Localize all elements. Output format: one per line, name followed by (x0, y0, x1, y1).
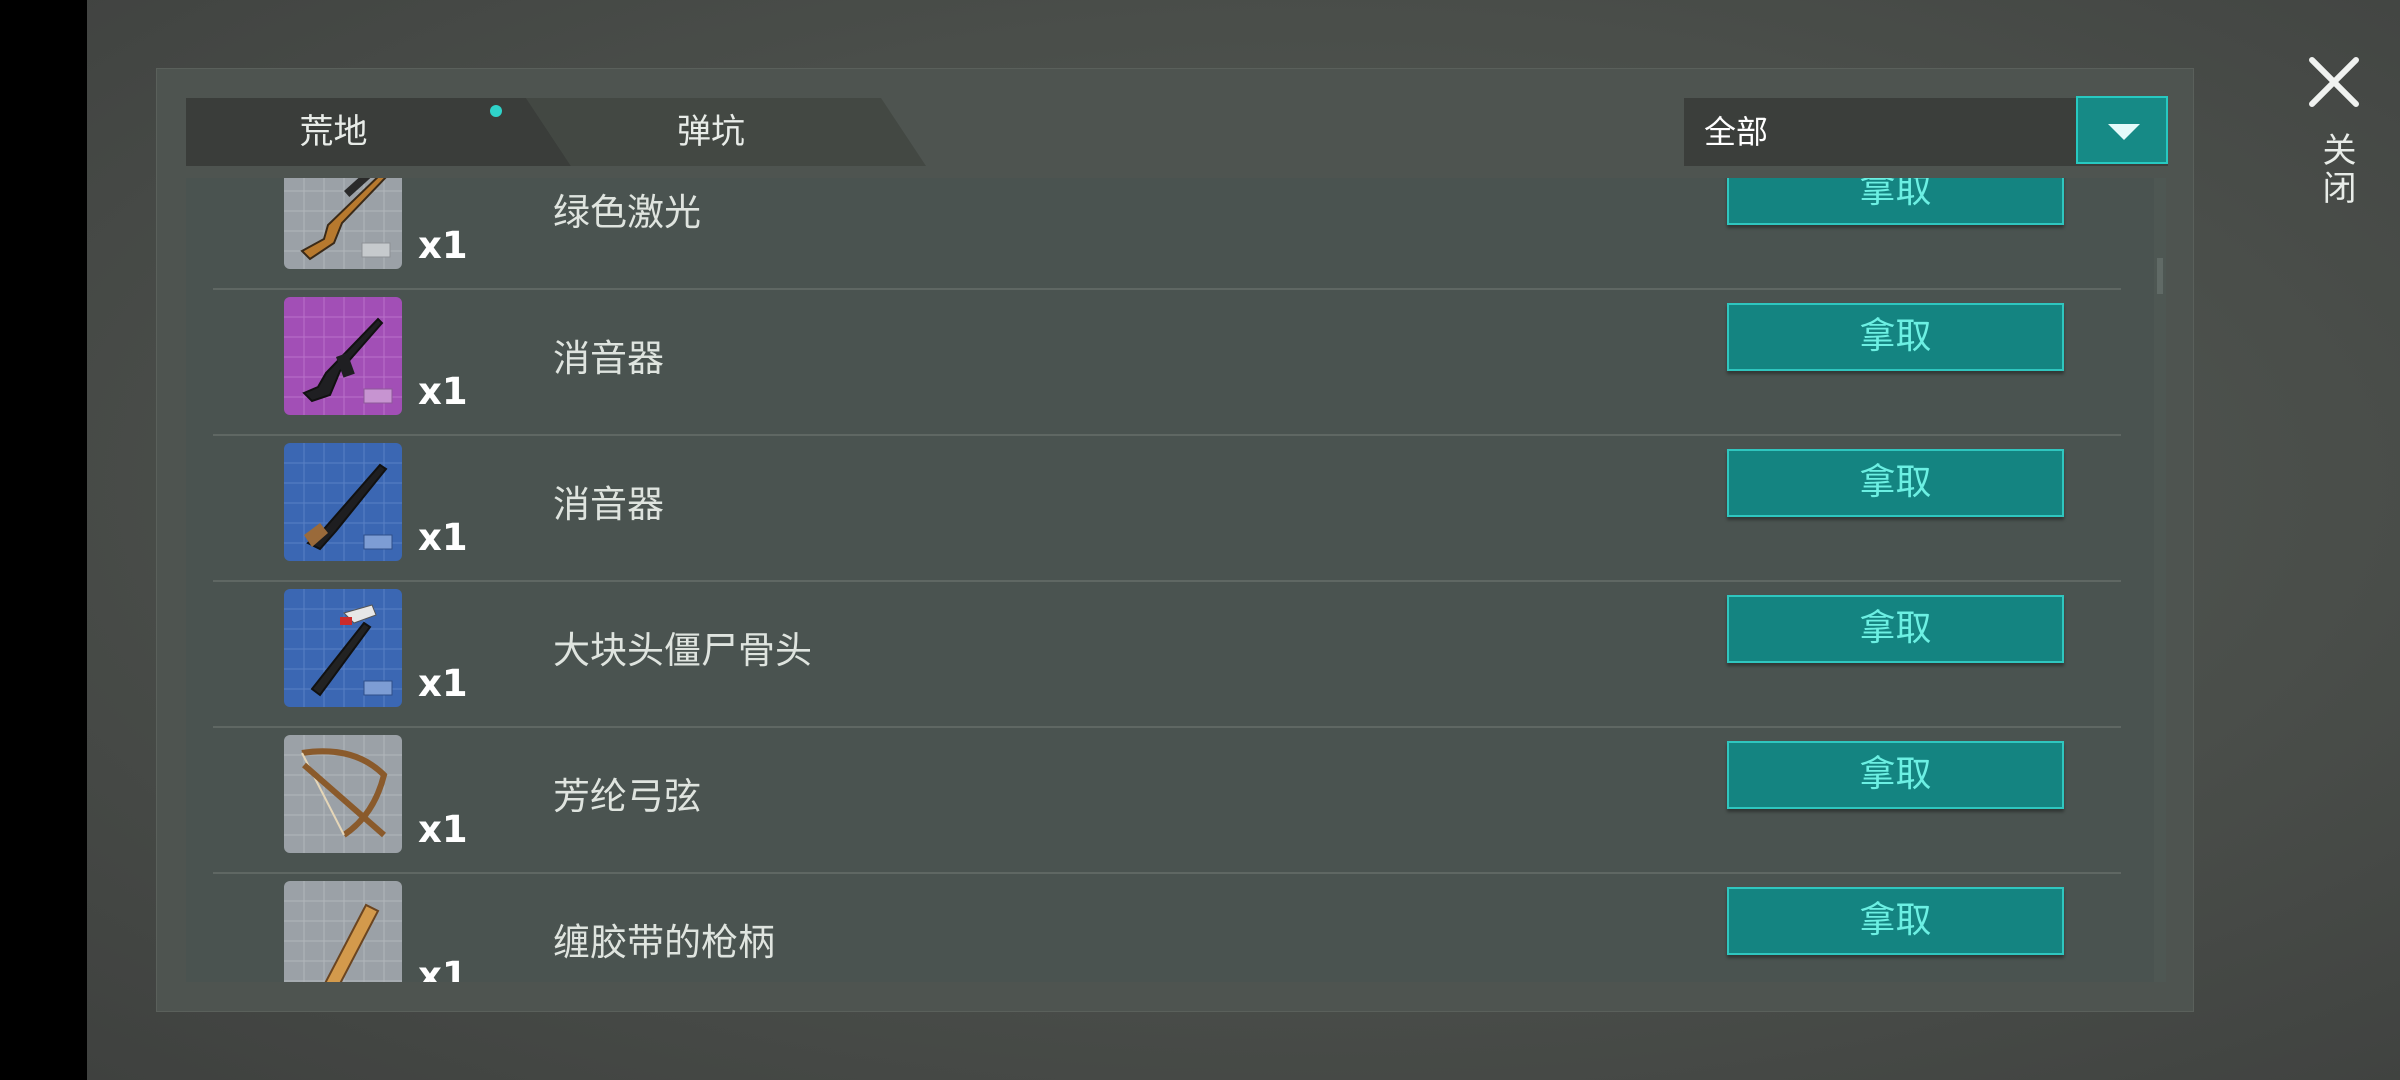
list-item: x1 芳纶弓弦 拿取 (186, 728, 2151, 874)
dropdown-toggle-button[interactable] (2076, 96, 2168, 164)
item-name: 绿色激光 (553, 191, 701, 234)
close-button[interactable]: 关闭 (2296, 46, 2376, 226)
shotgun-blueprint-icon (284, 443, 402, 561)
take-button[interactable]: 拿取 (1727, 178, 2064, 225)
tab-wasteland[interactable]: 荒地 (186, 98, 571, 166)
filter-selected-value: 全部 (1704, 113, 1769, 151)
list-item: x1 消音器 拿取 (186, 436, 2151, 582)
item-name: 芳纶弓弦 (553, 775, 701, 818)
item-quantity: x1 (418, 808, 468, 851)
scrollbar-thumb[interactable] (2157, 258, 2163, 294)
take-button[interactable]: 拿取 (1727, 595, 2064, 663)
item-name: 消音器 (553, 483, 664, 526)
item-name: 大块头僵尸骨头 (553, 629, 812, 672)
sniper-rifle-blueprint-icon (284, 178, 402, 269)
item-quantity: x1 (418, 224, 468, 267)
item-quantity: x1 (418, 662, 468, 705)
take-button[interactable]: 拿取 (1727, 887, 2064, 955)
chevron-down-icon (2108, 124, 2140, 140)
item-quantity: x1 (418, 954, 468, 982)
take-button[interactable]: 拿取 (1727, 449, 2064, 517)
item-quantity: x1 (418, 370, 468, 413)
item-name: 缠胶带的枪柄 (553, 921, 775, 964)
filter-dropdown[interactable]: 全部 (1684, 96, 2168, 166)
assault-rifle-blueprint-icon (284, 297, 402, 415)
list-item: x1 消音器 拿取 (186, 290, 2151, 436)
bat-blueprint-icon (284, 881, 402, 982)
panel-content: 荒地 弹坑 全部 x1 绿色激光 拿取 x1 消音器 拿取 x1 消音器 拿取 … (186, 96, 2168, 982)
list-item: x1 缠胶带的枪柄 拿取 (186, 874, 2151, 982)
take-button[interactable]: 拿取 (1727, 303, 2064, 371)
crossbow-blueprint-icon (284, 735, 402, 853)
hammer-blueprint-icon (284, 589, 402, 707)
list-scrollbar[interactable] (2154, 178, 2166, 982)
item-list[interactable]: x1 绿色激光 拿取 x1 消音器 拿取 x1 消音器 拿取 x1 大块头僵尸骨… (186, 178, 2166, 982)
close-icon (2309, 57, 2359, 107)
loot-panel: 荒地 弹坑 全部 x1 绿色激光 拿取 x1 消音器 拿取 x1 消音器 拿取 … (156, 68, 2194, 1012)
tab-wasteland-label: 荒地 (299, 112, 368, 152)
item-name: 消音器 (553, 337, 664, 380)
item-quantity: x1 (418, 516, 468, 559)
list-item: x1 大块头僵尸骨头 拿取 (186, 582, 2151, 728)
list-item: x1 绿色激光 拿取 (186, 178, 2151, 290)
take-button[interactable]: 拿取 (1727, 741, 2064, 809)
tab-crater-label: 弹坑 (677, 112, 745, 152)
close-label: 关闭 (2316, 132, 2356, 208)
screen-edge-bar (0, 0, 87, 1080)
tab-crater[interactable]: 弹坑 (526, 98, 926, 166)
notification-dot (490, 105, 502, 117)
